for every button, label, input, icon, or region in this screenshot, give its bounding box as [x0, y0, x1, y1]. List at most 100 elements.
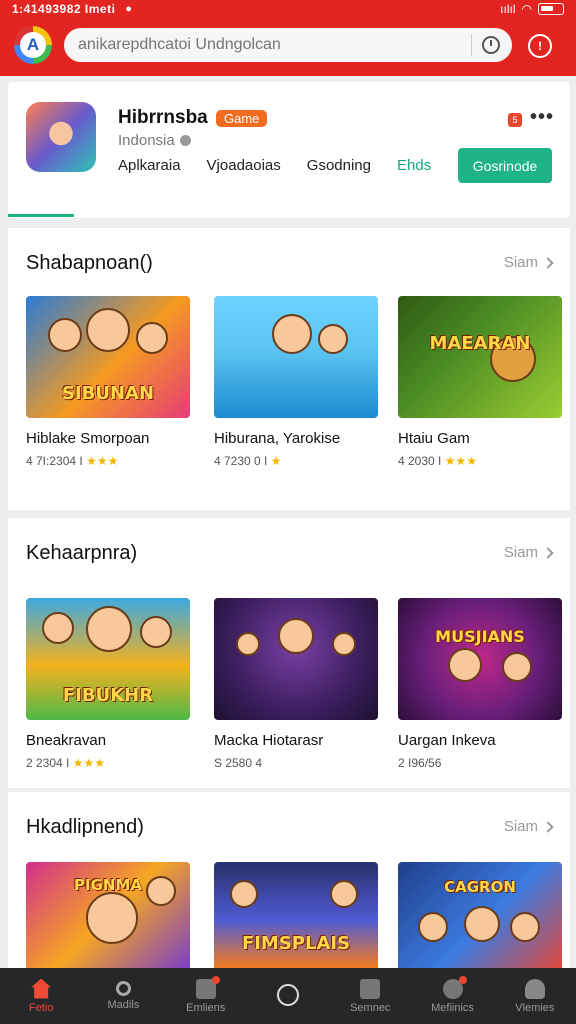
chevron-right-icon [542, 546, 554, 559]
nav-label: Emliens [186, 1001, 226, 1014]
app-card[interactable]: MUSJIANS Uargan Inkeva 2 I96/56 [398, 598, 562, 770]
apps-icon [195, 975, 220, 999]
tab-0[interactable]: Aplkaraia [118, 157, 181, 174]
wifi-icon: ◠ [521, 2, 532, 16]
app-card-name: Bneakravan [26, 732, 107, 749]
top-bar: 1:41493982 Imeti ● ıılıl ◠ A ! [0, 0, 576, 76]
app-card[interactable]: MAEARAN Htaiu Gam 4 2030 I ★★★ [398, 296, 562, 468]
app-card[interactable]: PIGNMA [26, 862, 190, 968]
history-icon[interactable] [482, 36, 500, 54]
app-card-meta: 2 2304 I ★★★ [26, 756, 190, 770]
app-card[interactable]: Macka Hiotarasr S 2580 4 [214, 598, 378, 770]
app-name: Hibrrnsba [118, 107, 208, 128]
app-card-meta: 4 7I:2304 I ★★★ [26, 454, 190, 468]
chevron-right-icon [542, 820, 554, 833]
install-button[interactable]: Gosrinode [458, 148, 552, 183]
app-thumbnail[interactable]: FIMSPLAIS [214, 862, 378, 968]
nav-item-profile[interactable]: Vlemies [494, 968, 576, 1024]
featured-app-card[interactable]: Hibrrnsba Game Indonsia Aplkaraia Vjoada… [8, 82, 570, 218]
notification-bell-icon: ● [125, 3, 133, 15]
app-thumbnail[interactable] [214, 598, 378, 720]
chevron-right-icon [542, 256, 554, 269]
app-card-stats: 4 2030 I [398, 454, 442, 468]
app-region-label: Indonsia [118, 132, 175, 149]
nav-label: Mefiinics [431, 1001, 474, 1014]
nav-label: Semnec [350, 1001, 391, 1014]
thumbnail-title: FIBUKHR [62, 685, 154, 706]
rating-stars: ★★★ [86, 454, 119, 468]
nav-item-apps[interactable]: Emliens [165, 968, 247, 1024]
app-card[interactable]: SIBUNAN Hiblake Smorpoan 4 7I:2304 I ★★★ [26, 296, 190, 468]
section-more-label: Siam [503, 254, 538, 271]
thumbnail-title: SIBUNAN [61, 383, 155, 404]
section-more-link[interactable]: Siam [504, 818, 554, 835]
app-card-stats: 2 I96/56 [398, 756, 442, 770]
more-options-icon[interactable]: ••• [530, 106, 554, 129]
app-card[interactable]: FIBUKHR Bneakravan 2 2304 I ★★★ [26, 598, 190, 770]
app-thumbnail[interactable]: PIGNMA [26, 862, 190, 968]
app-tabs: Aplkaraia Vjoadaoias Gsodning Ehds [118, 157, 457, 174]
nav-item-history[interactable] [247, 968, 329, 1024]
status-time: 1:41493982 Imeti [12, 2, 116, 16]
app-card-stats: 2 2304 I [26, 756, 70, 770]
section-recommended: Shabapnoan() Siam SIBUNAN Hiblake Smorpo… [8, 228, 570, 510]
section-title: Kehaarpnra) [26, 542, 138, 564]
app-card[interactable]: FIMSPLAIS [214, 862, 378, 968]
app-thumbnail[interactable] [214, 296, 378, 418]
app-card-name: Uargan Inkeva [398, 732, 496, 749]
thumbnail-title: FIMSPLAIS [241, 933, 351, 954]
status-bar: 1:41493982 Imeti ● ıılıl ◠ [12, 0, 564, 18]
section-more-link[interactable]: Siam [503, 254, 554, 271]
notification-badge[interactable]: 5 [508, 113, 522, 127]
app-thumbnail[interactable]: MAEARAN [398, 296, 562, 418]
app-card[interactable]: CAGRON [398, 862, 562, 968]
tab-2[interactable]: Gsodning [307, 157, 371, 174]
thumbnail-title: CAGRON [444, 878, 516, 896]
search-input[interactable] [78, 36, 461, 54]
scan-icon[interactable]: ! [528, 34, 552, 58]
search-icon [115, 981, 131, 996]
app-category-badge: Game [216, 110, 268, 127]
app-card-name: Hiburana, Yarokise [214, 430, 341, 447]
home-icon [31, 978, 52, 999]
app-store-logo[interactable]: A [14, 26, 52, 64]
app-card-stats: S 2580 4 [214, 756, 263, 770]
thumbnail-title: MAEARAN [429, 333, 531, 354]
nav-item-home[interactable]: Fetio [0, 968, 82, 1024]
section-title: Hkadlipnend) [26, 816, 144, 838]
app-card-name: Hiblake Smorpoan [26, 430, 150, 447]
thumbnail-title: PIGNMA [74, 876, 142, 894]
app-card-meta: 4 7230 0 I ★ [214, 454, 378, 468]
rating-stars: ★ [270, 454, 282, 468]
app-region: Indonsia [118, 132, 191, 149]
app-thumbnail[interactable]: FIBUKHR [26, 598, 190, 720]
info-icon[interactable] [179, 135, 191, 146]
tab-3[interactable]: Ehds [397, 157, 431, 174]
clock-icon [276, 983, 299, 1006]
section-more-link[interactable]: Siam [504, 544, 554, 561]
search-bar[interactable] [64, 28, 512, 62]
app-thumbnail[interactable]: SIBUNAN [26, 296, 190, 418]
battery-icon [538, 3, 564, 15]
section-popular: Kehaarpnra) Siam FIBUKHR Bneakravan 2 23… [8, 518, 570, 788]
section-new: Hkadlipnend) Siam PIGNMA FIMSPLAIS CAGRO… [8, 792, 570, 968]
app-icon[interactable] [26, 102, 96, 172]
gamepad-icon [360, 978, 381, 999]
section-title: Shabapnoan() [26, 252, 153, 274]
bottom-navigation: Fetio Madils Emliens Semnec Mefiinics Vl… [0, 968, 576, 1024]
thumbnail-title: MUSJIANS [435, 627, 525, 646]
tab-1[interactable]: Vjoadaoias [207, 157, 281, 174]
search-divider [471, 34, 472, 56]
nav-item-updates[interactable]: Mefiinics [411, 968, 493, 1024]
app-card[interactable]: Hiburana, Yarokise 4 7230 0 I ★ [214, 296, 378, 468]
app-card-stats: 4 7I:2304 I [26, 454, 83, 468]
app-card-name: Macka Hiotarasr [214, 732, 324, 749]
app-thumbnail[interactable]: CAGRON [398, 862, 562, 968]
nav-item-search[interactable]: Madils [82, 968, 164, 1024]
notification-dot [458, 975, 467, 984]
notification-dot [211, 975, 220, 984]
nav-label: Vlemies [515, 1001, 555, 1014]
logo-letter: A [20, 32, 46, 58]
app-thumbnail[interactable]: MUSJIANS [398, 598, 562, 720]
nav-item-games[interactable]: Semnec [329, 968, 411, 1024]
